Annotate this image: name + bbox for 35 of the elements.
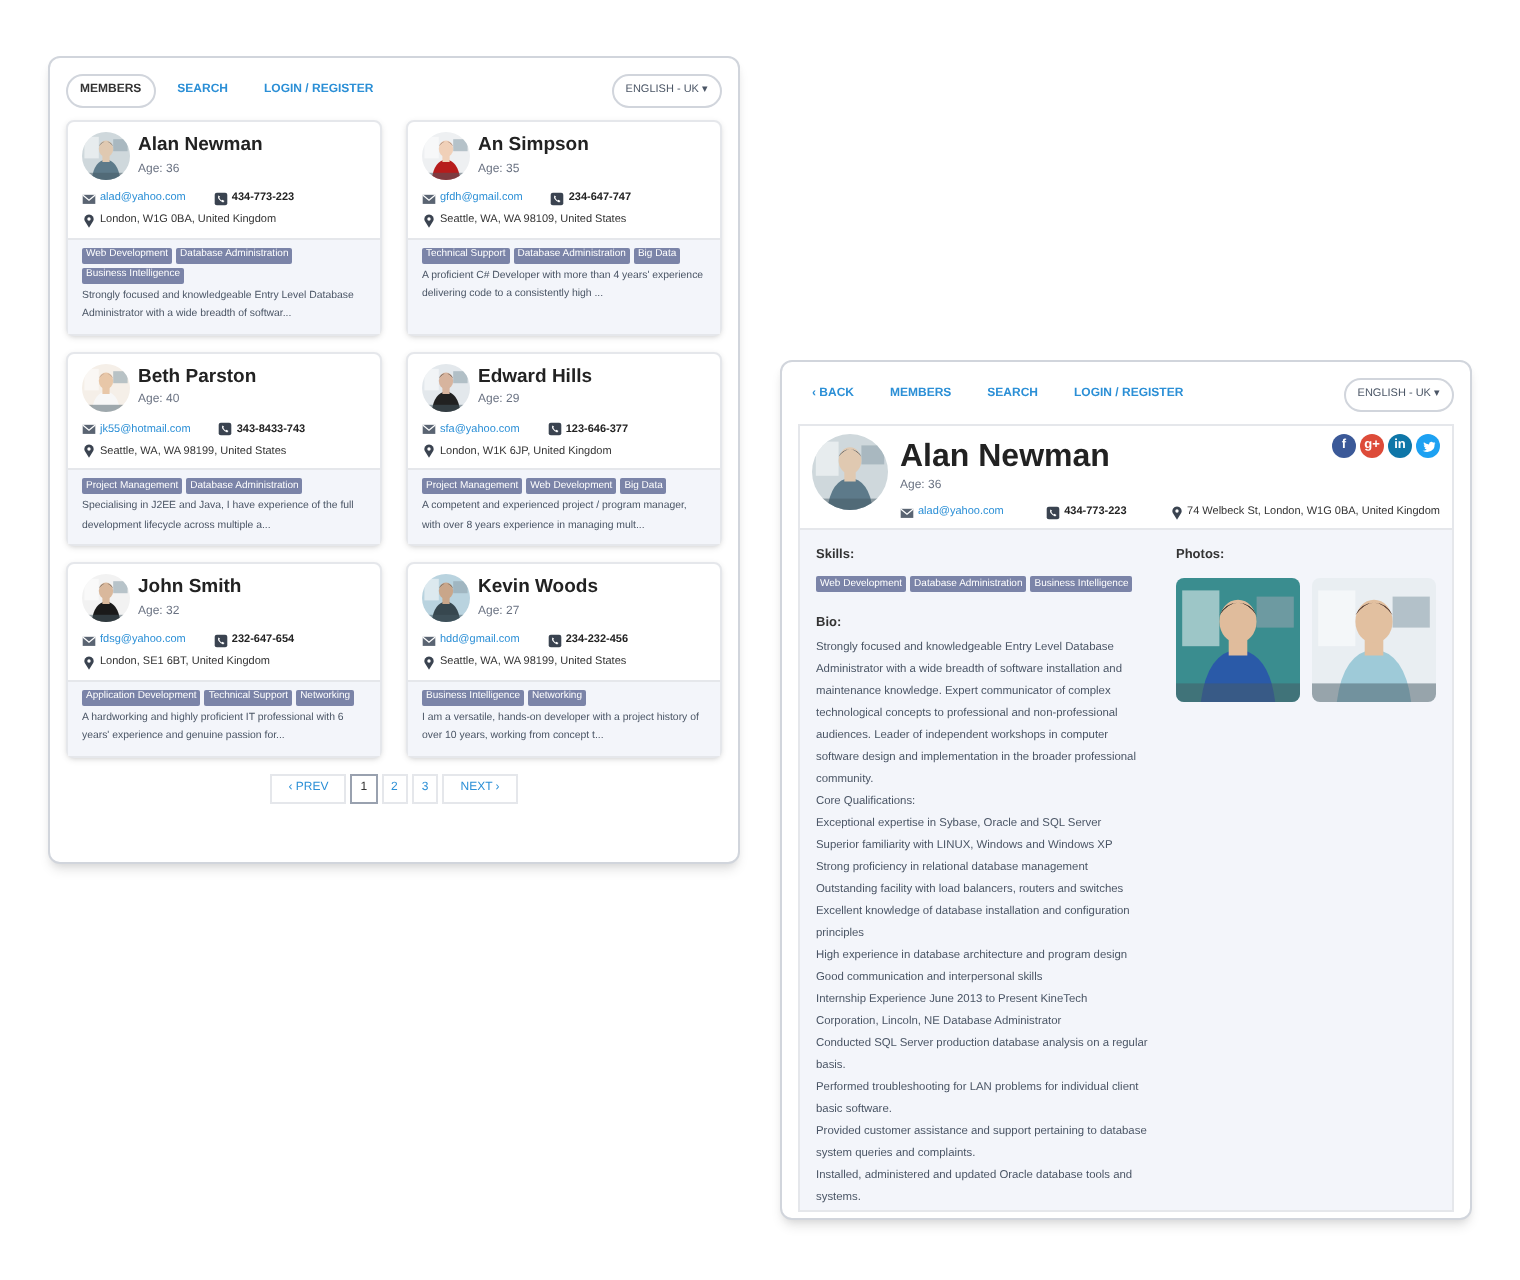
map-pin-icon: [422, 213, 436, 228]
phone-icon: [550, 191, 565, 206]
member-name: John Smith: [138, 574, 242, 603]
envelope-icon: [422, 191, 436, 206]
member-card[interactable]: [66, 562, 382, 757]
bird-icon[interactable]: [1416, 434, 1440, 458]
map-pin-icon: [422, 655, 436, 670]
member-card[interactable]: [66, 120, 382, 335]
phone-icon: [218, 422, 233, 437]
phone-icon: [547, 633, 562, 648]
profile-name: Alan Newman: [900, 438, 1110, 478]
map-pin-icon: [1169, 505, 1184, 520]
member-card[interactable]: [406, 351, 722, 546]
phone-icon: [213, 191, 228, 206]
member-card[interactable]: [406, 562, 722, 757]
envelope-icon: [82, 191, 96, 206]
phone-icon: [547, 422, 562, 437]
member-card[interactable]: [406, 120, 722, 335]
phone-icon: [1046, 505, 1061, 520]
map-pin-icon: [82, 655, 96, 670]
envelope-icon: [82, 422, 96, 437]
phone-icon: [213, 633, 228, 648]
member-name: Edward Hills: [478, 363, 593, 392]
map-pin-icon: [82, 444, 96, 459]
envelope-icon: [422, 633, 436, 648]
member-name: An Simpson: [478, 132, 589, 161]
member-name: Alan Newman: [138, 132, 263, 161]
envelope-icon: [900, 505, 914, 520]
map-pin-icon: [422, 444, 436, 459]
member-name: Beth Parston: [138, 363, 257, 392]
map-pin-icon: [82, 213, 96, 228]
envelope-icon: [422, 422, 436, 437]
member-name: Kevin Woods: [478, 574, 598, 603]
member-card[interactable]: [66, 351, 382, 546]
envelope-icon: [82, 633, 96, 648]
